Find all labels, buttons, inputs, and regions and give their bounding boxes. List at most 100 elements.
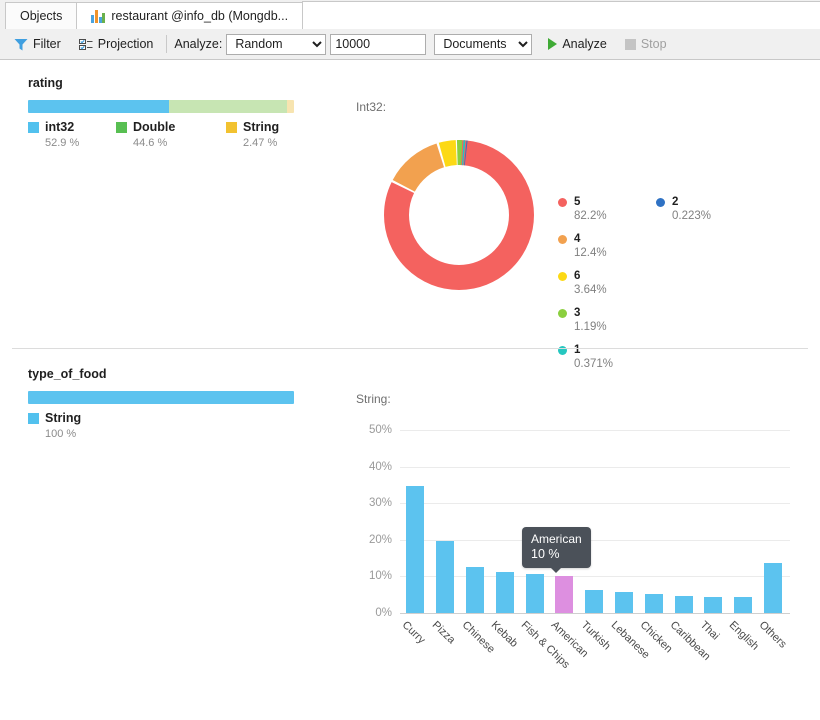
- analyze-scope-select[interactable]: Documents: [434, 34, 532, 55]
- bar-others[interactable]: [764, 563, 782, 613]
- analyze-mode-select[interactable]: Random: [226, 34, 326, 55]
- ytick-label-0: 0%: [356, 607, 392, 619]
- type-legend-label: Double: [133, 120, 175, 134]
- bar-fish-and-chips[interactable]: [526, 574, 544, 613]
- xlabel-pizza: Pizza: [430, 619, 458, 646]
- bar-turkish[interactable]: [585, 590, 603, 613]
- donut-legend-item-4[interactable]: 4 12.4%: [558, 233, 613, 259]
- tab-strip-filler: [302, 1, 820, 29]
- value-distribution-bar-chart[interactable]: 50% 40% 30% 20% 10% 0%: [356, 430, 796, 690]
- donut-legend-label: 4: [574, 233, 580, 245]
- bars-area: [400, 430, 790, 613]
- section-divider: [12, 348, 808, 349]
- type-legend-item-double[interactable]: Double 44.6 %: [116, 120, 226, 149]
- donut-legend-label: 3: [574, 307, 580, 319]
- bar-chicken[interactable]: [645, 594, 663, 613]
- type-legend-item-int32[interactable]: int32 52.9 %: [28, 120, 116, 149]
- legend-dot-icon: [558, 309, 567, 318]
- filter-label: Filter: [33, 37, 61, 51]
- donut-chart-caption: Int32:: [356, 100, 386, 114]
- type-legend-percent: 52.9 %: [45, 137, 116, 149]
- analyze-mode-label: Analyze:: [174, 37, 222, 51]
- tab-strip: Objects restaurant @info_db (Mongdb...: [0, 0, 820, 30]
- type-segment-string: [28, 391, 294, 404]
- donut-legend-item-5[interactable]: 5 82.2%: [558, 196, 613, 222]
- ytick-label-10: 10%: [356, 570, 392, 582]
- bar-pizza[interactable]: [436, 541, 454, 613]
- donut-legend-percent: 0.371%: [574, 358, 613, 370]
- application-window: Objects restaurant @info_db (Mongdb... F…: [0, 0, 820, 720]
- type-legend-rating: int32 52.9 % Double 44.6 % String: [28, 120, 318, 149]
- donut-legend-percent: 12.4%: [574, 247, 613, 259]
- tooltip-arrow-icon: [551, 568, 561, 573]
- xlabel-curry: Curry: [400, 619, 428, 646]
- xlabel-english: English: [727, 619, 761, 653]
- donut-legend-percent: 0.223%: [672, 210, 711, 222]
- legend-dot-icon: [558, 346, 567, 355]
- field-name-rating: rating: [0, 76, 63, 90]
- stop-button-label: Stop: [641, 37, 667, 51]
- analyze-button-label: Analyze: [562, 37, 606, 51]
- legend-dot-icon: [558, 272, 567, 281]
- type-legend-label: int32: [45, 120, 74, 134]
- tab-restaurant-info-db[interactable]: restaurant @info_db (Mongdb...: [76, 2, 303, 29]
- type-legend-item-string[interactable]: String 100 %: [28, 411, 128, 440]
- legend-swatch-icon: [28, 122, 39, 133]
- donut-legend-item-3[interactable]: 3 1.19%: [558, 307, 613, 333]
- toolbar: Filter Projection Analyze: Random Docu: [0, 29, 820, 60]
- type-legend-label: String: [243, 120, 279, 134]
- ytick-label-40: 40%: [356, 461, 392, 473]
- bar-thai[interactable]: [704, 597, 722, 613]
- analyze-button[interactable]: Analyze: [542, 35, 612, 53]
- type-segment-double: [169, 100, 288, 113]
- donut-legend-column-1: 5 82.2% 4 12.4% 6 3.64%: [558, 196, 613, 381]
- bar-lebanese[interactable]: [615, 592, 633, 613]
- play-icon: [548, 38, 557, 50]
- tooltip-value: 10 %: [531, 547, 582, 562]
- projection-icon: [79, 38, 93, 51]
- type-distribution-bar-rating: [28, 100, 294, 113]
- bar-tooltip: American 10 %: [522, 527, 591, 568]
- donut-legend-label: 2: [672, 196, 678, 208]
- type-segment-int32: [28, 100, 169, 113]
- type-segment-string: [287, 100, 294, 113]
- type-legend-type-of-food: String 100 %: [28, 411, 128, 440]
- type-legend-item-string[interactable]: String 2.47 %: [226, 120, 316, 149]
- type-legend-percent: 44.6 %: [133, 137, 226, 149]
- projection-label: Projection: [98, 37, 154, 51]
- donut-legend-item-6[interactable]: 6 3.64%: [558, 270, 613, 296]
- ytick-label-30: 30%: [356, 497, 392, 509]
- axis-line-x: [400, 613, 790, 614]
- projection-button[interactable]: Projection: [73, 35, 160, 53]
- ytick-label-50: 50%: [356, 424, 392, 436]
- legend-dot-icon: [558, 198, 567, 207]
- legend-dot-icon: [558, 235, 567, 244]
- legend-swatch-icon: [28, 413, 39, 424]
- bar-english[interactable]: [734, 597, 752, 613]
- analysis-content: rating int32 52.9 %: [0, 60, 820, 720]
- xlabel-thai: Thai: [698, 619, 722, 643]
- bar-chinese[interactable]: [466, 567, 484, 614]
- donut-legend-percent: 1.19%: [574, 321, 613, 333]
- bar-chart-caption: String:: [356, 392, 391, 406]
- tab-objects[interactable]: Objects: [5, 2, 77, 29]
- bar-kebab[interactable]: [496, 572, 514, 613]
- donut-chart[interactable]: [383, 139, 535, 291]
- bar-chart-icon: [91, 10, 105, 23]
- bar-curry[interactable]: [406, 486, 424, 613]
- sample-size-input[interactable]: [330, 34, 426, 55]
- donut-legend-percent: 3.64%: [574, 284, 613, 296]
- toolbar-separator: [166, 35, 167, 53]
- type-legend-percent: 100 %: [45, 428, 128, 440]
- ytick-label-20: 20%: [356, 534, 392, 546]
- bar-caribbean[interactable]: [675, 596, 693, 613]
- donut-legend-label: 6: [574, 270, 580, 282]
- donut-legend-percent: 82.2%: [574, 210, 613, 222]
- legend-swatch-icon: [116, 122, 127, 133]
- donut-legend-item-2[interactable]: 2 0.223%: [656, 196, 711, 222]
- tab-objects-label: Objects: [20, 9, 62, 23]
- filter-button[interactable]: Filter: [8, 35, 67, 53]
- legend-dot-icon: [656, 198, 665, 207]
- bar-american[interactable]: [555, 576, 573, 613]
- tooltip-label: American: [531, 532, 582, 547]
